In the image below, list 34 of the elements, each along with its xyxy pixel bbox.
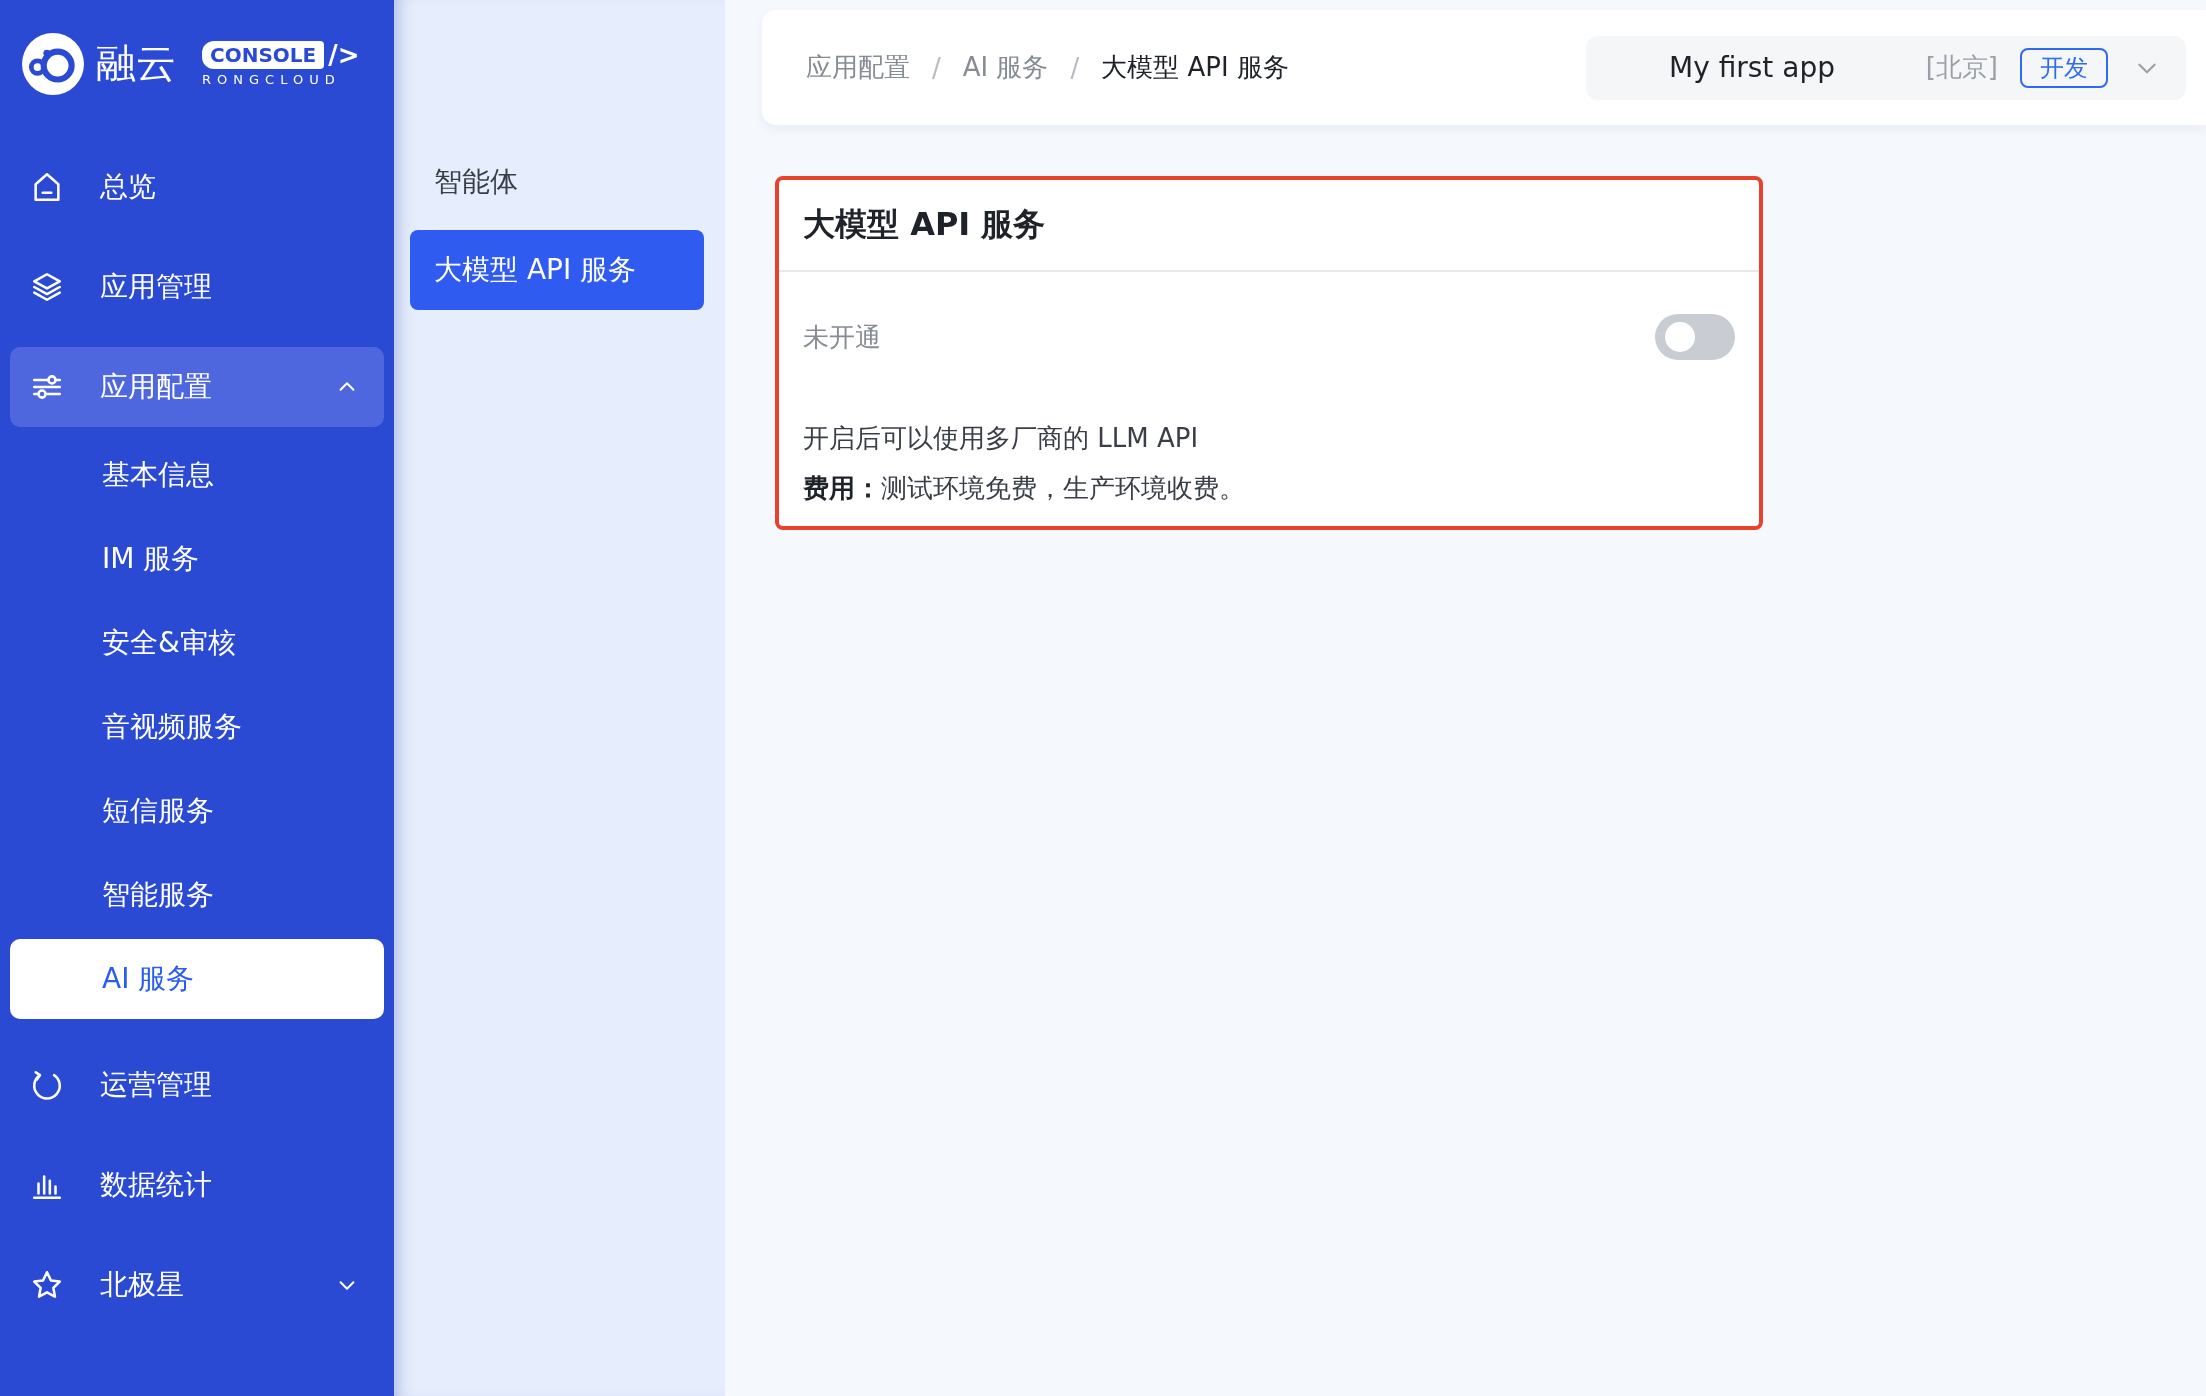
nav-subitem[interactable]: IM 服务 xyxy=(10,519,384,599)
refresh-icon xyxy=(30,1068,64,1102)
app-region: [北京] xyxy=(1925,51,1998,84)
nav-subitem[interactable]: 音视频服务 xyxy=(10,687,384,767)
console-badge: CONSOLE xyxy=(202,40,325,69)
fee-text: 费用：测试环境免费，生产环境收费。 xyxy=(803,472,1246,505)
nav-item[interactable]: 总览 xyxy=(10,147,384,227)
nav-subitem[interactable]: 智能服务 xyxy=(10,855,384,935)
nav-item[interactable]: 应用配置 xyxy=(10,347,384,427)
app-name: My first app xyxy=(1669,51,1835,84)
logo-suffix: /> xyxy=(328,40,360,69)
breadcrumb-separator: / xyxy=(932,52,941,83)
description-text: 开启后可以使用多厂商的 LLM API xyxy=(803,422,1200,455)
toggle-switch[interactable] xyxy=(1655,314,1735,360)
status-text: 未开通 xyxy=(803,320,881,354)
logo-text: 融云 xyxy=(96,39,176,88)
nav-item[interactable]: 北极星 xyxy=(10,1245,384,1325)
nav-item[interactable]: 数据统计 xyxy=(10,1145,384,1225)
nav-subitem[interactable]: 基本信息 xyxy=(10,435,384,515)
nav-subitem[interactable]: 安全&审核 xyxy=(10,603,384,683)
nav-subitem[interactable]: 短信服务 xyxy=(10,771,384,851)
nav-item[interactable]: 运营管理 xyxy=(10,1045,384,1125)
nav-subitem[interactable]: AI 服务 xyxy=(10,939,384,1019)
layers-icon xyxy=(30,270,64,304)
breadcrumb-current: 大模型 API 服务 xyxy=(1101,51,1289,84)
environment-tag: 开发 xyxy=(2020,47,2108,88)
breadcrumb-separator: / xyxy=(1070,52,1080,83)
logo-subtitle: RONGCLOUD xyxy=(202,71,341,87)
app-selector[interactable]: My first app [北京] 开发 xyxy=(1586,35,2186,100)
submenu-item[interactable]: 大模型 API 服务 xyxy=(410,230,704,310)
nav-item[interactable]: 应用管理 xyxy=(10,247,384,327)
logo-icon xyxy=(22,32,84,95)
card-title: 大模型 API 服务 xyxy=(779,180,1759,272)
submenu-item[interactable]: 智能体 xyxy=(410,142,704,222)
